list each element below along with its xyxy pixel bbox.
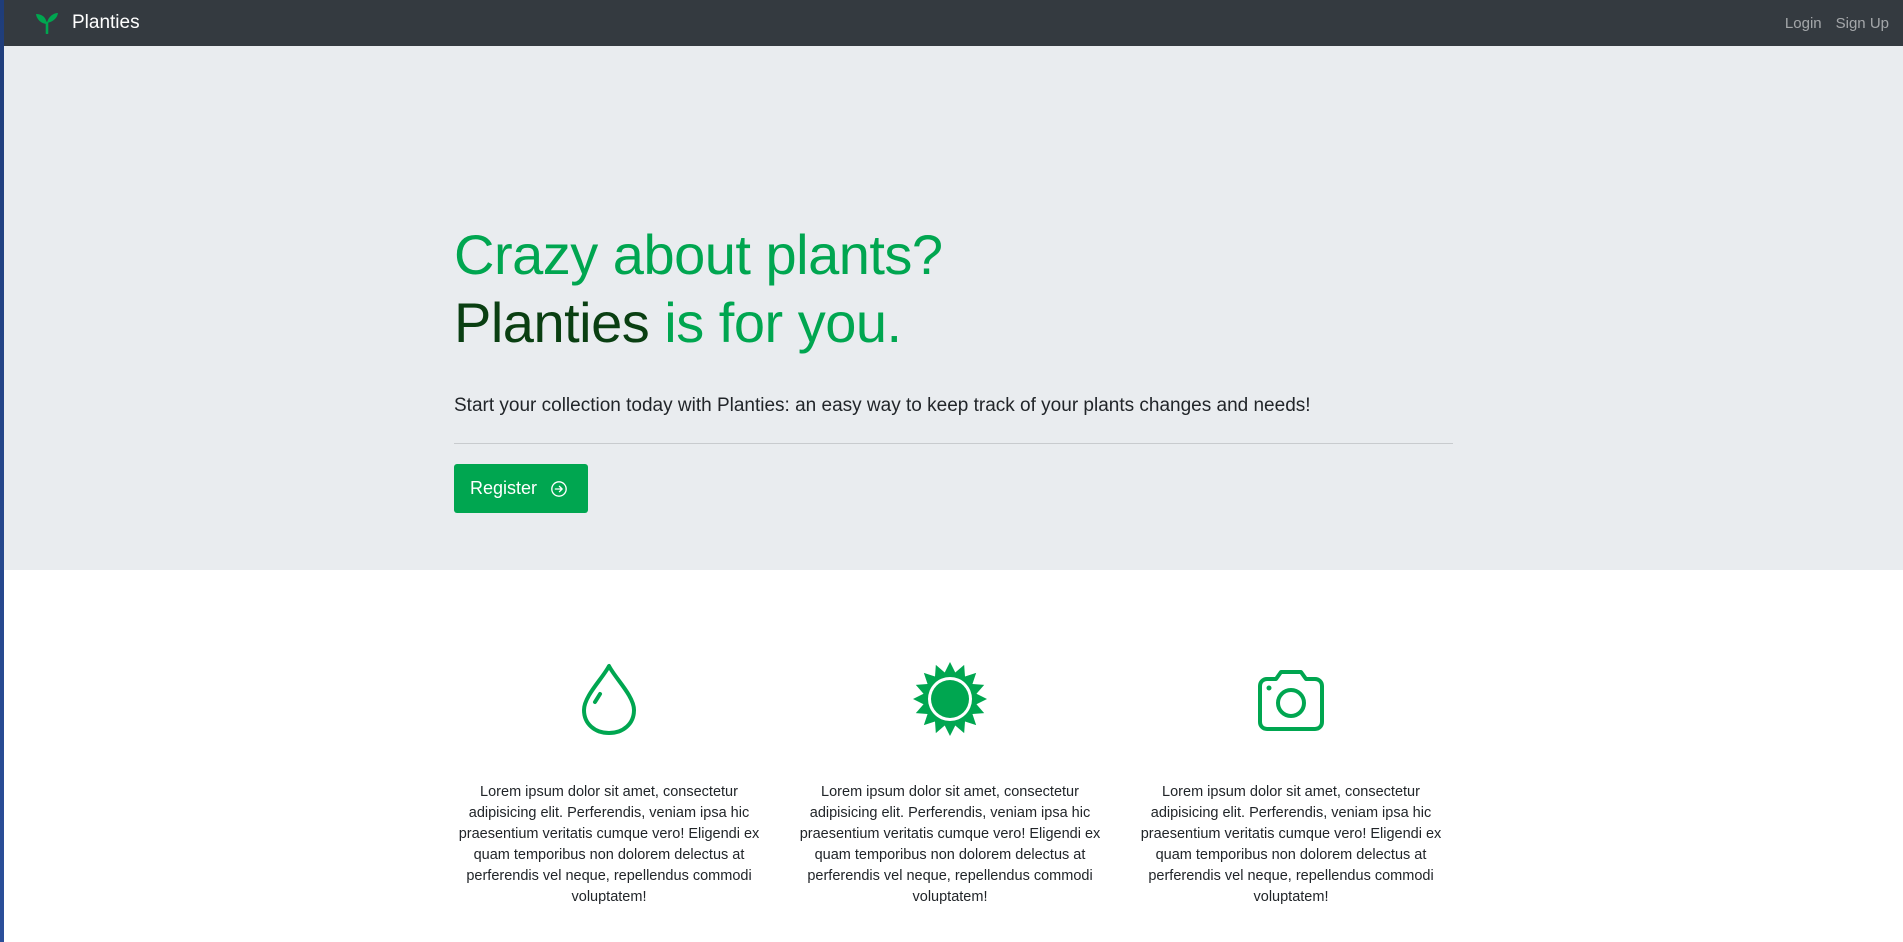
page: Planties Login Sign Up Crazy about plant… [0, 0, 1903, 942]
headline-brand: Planties [454, 291, 650, 354]
feature-water: Lorem ipsum dolor sit amet, consectetur … [450, 660, 768, 908]
arrow-right-circle-icon [551, 480, 567, 497]
nav-links: Login Sign Up [1785, 0, 1889, 46]
features-section: Lorem ipsum dolor sit amet, consectetur … [450, 660, 1450, 908]
feature-text: Lorem ipsum dolor sit amet, consectetur … [458, 784, 760, 905]
hero-headline: Crazy about plants? Planties is for you. [454, 221, 1453, 357]
signup-link[interactable]: Sign Up [1836, 15, 1889, 32]
hero-divider [454, 443, 1453, 444]
feature-camera: Lorem ipsum dolor sit amet, consectetur … [1132, 660, 1450, 908]
feature-text: Lorem ipsum dolor sit amet, consectetur … [799, 784, 1101, 905]
feature-sun: Lorem ipsum dolor sit amet, consectetur … [791, 660, 1109, 908]
sun-icon [913, 662, 987, 736]
login-link[interactable]: Login [1785, 15, 1822, 32]
brand-name: Planties [72, 12, 140, 33]
brand-link[interactable]: Planties [34, 0, 140, 46]
hero-lead: Start your collection today with Plantie… [454, 395, 1311, 416]
hero-content: Crazy about plants? Planties is for you.… [454, 221, 1453, 513]
navbar: Planties Login Sign Up [4, 0, 1903, 46]
headline-line1: Crazy about plants? [454, 223, 943, 286]
camera-icon [1258, 670, 1324, 731]
water-drop-icon [582, 664, 636, 735]
feature-text: Lorem ipsum dolor sit amet, consectetur … [1140, 784, 1442, 905]
sprout-icon [36, 13, 58, 34]
headline-rest: is for you. [649, 291, 902, 354]
register-label: Register [470, 478, 538, 498]
register-button[interactable]: Register [454, 464, 588, 513]
hero-section: Crazy about plants? Planties is for you.… [4, 46, 1903, 570]
